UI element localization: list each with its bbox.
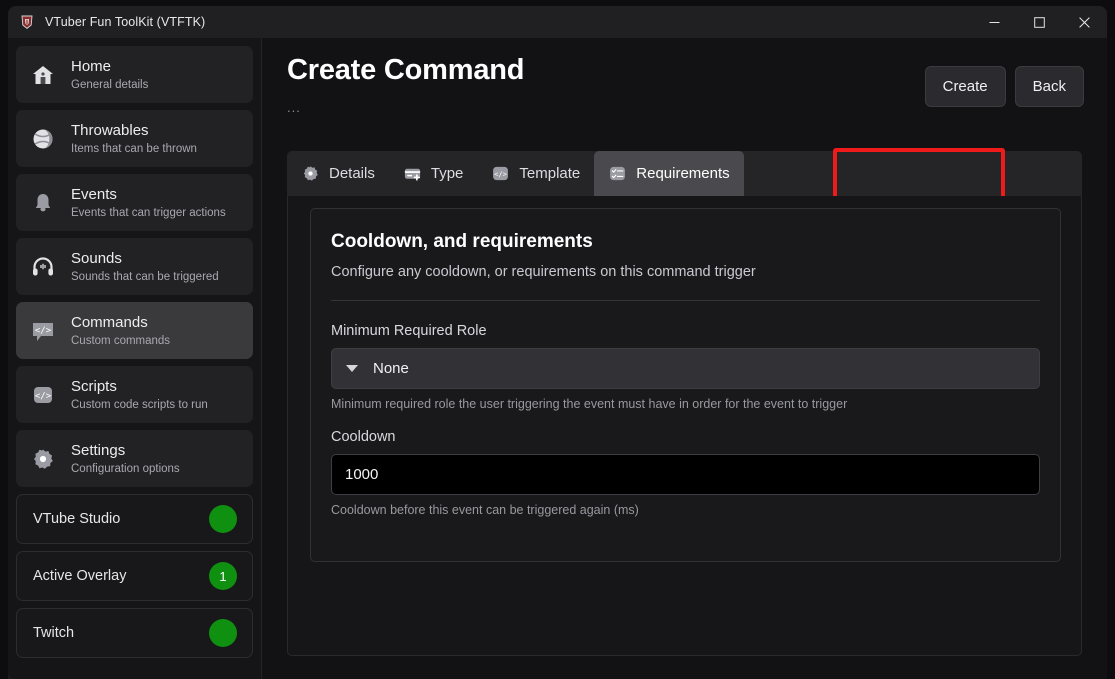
gear-icon (28, 444, 58, 474)
svg-text:</>: </> (35, 326, 52, 336)
sidebar-item-title: Events (71, 186, 226, 204)
sidebar: Home General details Throwables Items th… (8, 38, 262, 679)
tab-content-panel: Cooldown, and requirements Configure any… (287, 196, 1082, 656)
minimize-icon (989, 17, 1000, 28)
page-subtitle: ... (287, 100, 301, 115)
field-label: Minimum Required Role (331, 323, 1040, 339)
cooldown-input[interactable] (331, 454, 1040, 495)
application-window: VTuber Fun ToolKit (VTFTK) (8, 6, 1107, 679)
role-select-value: None (373, 360, 409, 377)
sidebar-item-title: Commands (71, 314, 170, 332)
minimize-button[interactable] (972, 6, 1017, 38)
window-controls (972, 6, 1107, 38)
app-logo-icon (19, 14, 35, 30)
sidebar-item-title: Scripts (71, 378, 208, 396)
maximize-icon (1034, 17, 1045, 28)
sidebar-item-title: Sounds (71, 250, 219, 268)
ball-icon (28, 124, 58, 154)
main-content: Create Command ... Create Back Details (262, 38, 1107, 679)
status-label: Twitch (33, 625, 209, 641)
status-twitch[interactable]: Twitch (16, 608, 253, 658)
sidebar-item-subtitle: General details (71, 78, 148, 92)
back-button[interactable]: Back (1015, 66, 1084, 107)
window-title: VTuber Fun ToolKit (VTFTK) (45, 15, 205, 29)
code-icon: </> (491, 164, 510, 183)
field-label: Cooldown (331, 429, 1040, 445)
svg-text:</>: </> (495, 170, 508, 179)
window-body: Home General details Throwables Items th… (8, 38, 1107, 679)
gear-icon (301, 164, 320, 183)
sidebar-item-subtitle: Configuration options (71, 462, 180, 476)
status-badge: 1 (209, 562, 237, 590)
svg-text:</>: </> (35, 391, 52, 401)
maximize-button[interactable] (1017, 6, 1062, 38)
title-bar: VTuber Fun ToolKit (VTFTK) (8, 6, 1107, 38)
sidebar-item-title: Home (71, 58, 148, 76)
sidebar-item-subtitle: Events that can trigger actions (71, 206, 226, 220)
tab-label: Details (329, 165, 375, 182)
create-button[interactable]: Create (925, 66, 1006, 107)
sidebar-item-title: Throwables (71, 122, 197, 140)
checklist-icon (608, 164, 627, 183)
card-add-icon (403, 164, 422, 183)
headphones-icon (28, 252, 58, 282)
sidebar-item-events[interactable]: Events Events that can trigger actions (16, 174, 253, 231)
tab-bar: Details Type </> Templa (287, 151, 1082, 196)
code-chat-icon: </> (28, 316, 58, 346)
sidebar-item-subtitle: Custom code scripts to run (71, 398, 208, 412)
field-helper-text: Cooldown before this event can be trigge… (331, 503, 1040, 517)
tab-details[interactable]: Details (287, 151, 389, 196)
tab-requirements[interactable]: Requirements (594, 151, 743, 196)
status-vtube-studio[interactable]: VTube Studio (16, 494, 253, 544)
sidebar-item-subtitle: Sounds that can be triggered (71, 270, 219, 284)
close-icon (1079, 17, 1090, 28)
status-badge (209, 505, 237, 533)
status-active-overlay[interactable]: Active Overlay 1 (16, 551, 253, 601)
chevron-down-icon (346, 365, 358, 372)
sidebar-item-subtitle: Custom commands (71, 334, 170, 348)
page-title: Create Command (287, 54, 524, 87)
requirements-card: Cooldown, and requirements Configure any… (310, 208, 1061, 562)
divider (331, 300, 1040, 301)
status-label: VTube Studio (33, 511, 209, 527)
tab-label: Type (431, 165, 464, 182)
field-minimum-required-role: Minimum Required Role None Minimum requi… (331, 323, 1040, 411)
sidebar-item-commands[interactable]: </> Commands Custom commands (16, 302, 253, 359)
field-helper-text: Minimum required role the user triggerin… (331, 397, 1040, 411)
card-subtitle: Configure any cooldown, or requirements … (331, 264, 1040, 280)
sidebar-item-throwables[interactable]: Throwables Items that can be thrown (16, 110, 253, 167)
bell-icon (28, 188, 58, 218)
card-title: Cooldown, and requirements (331, 231, 1040, 253)
status-badge (209, 619, 237, 647)
field-cooldown: Cooldown Cooldown before this event can … (331, 429, 1040, 517)
tab-label: Requirements (636, 165, 729, 182)
code-icon: </> (28, 380, 58, 410)
close-button[interactable] (1062, 6, 1107, 38)
sidebar-item-title: Settings (71, 442, 180, 460)
status-label: Active Overlay (33, 568, 209, 584)
tab-template[interactable]: </> Template (477, 151, 594, 196)
tab-label: Template (519, 165, 580, 182)
tab-type[interactable]: Type (389, 151, 478, 196)
house-icon (28, 60, 58, 90)
sidebar-item-sounds[interactable]: Sounds Sounds that can be triggered (16, 238, 253, 295)
role-select[interactable]: None (331, 348, 1040, 389)
sidebar-item-home[interactable]: Home General details (16, 46, 253, 103)
sidebar-item-settings[interactable]: Settings Configuration options (16, 430, 253, 487)
sidebar-item-subtitle: Items that can be thrown (71, 142, 197, 156)
sidebar-item-scripts[interactable]: </> Scripts Custom code scripts to run (16, 366, 253, 423)
header-actions: Create Back (925, 66, 1084, 107)
